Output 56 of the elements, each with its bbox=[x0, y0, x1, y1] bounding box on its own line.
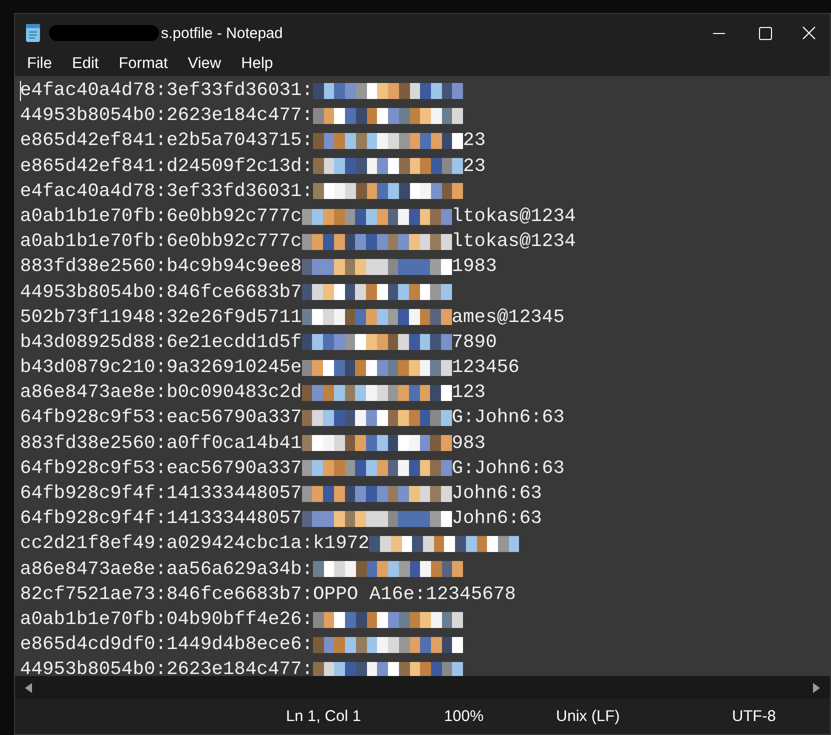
text-line: 44953b8054b0:846fce6683b7 bbox=[20, 280, 302, 304]
text-line: 64fb928c9f4f:141333448057 bbox=[20, 481, 302, 506]
text-line: b43d0879c210:9a326910245e bbox=[20, 355, 302, 380]
text-line: 64fb928c9f53:eac56790a337 bbox=[20, 405, 302, 430]
text-line: 44953b8054b0:2623e184c477: bbox=[20, 657, 314, 676]
text-line: a0ab1b1e70fb:04b90bff4e26: bbox=[20, 606, 314, 632]
text-line: ltokas@1234 bbox=[452, 229, 576, 254]
text-line: a86e8473ae8e:aa56a629a34b: bbox=[20, 556, 314, 582]
text-line: e4fac40a4d78:3ef33fd36031: bbox=[20, 178, 314, 204]
text-line: 23 bbox=[463, 154, 486, 179]
text-line: cc2d21f8ef49:a029424cbc1a:k1972 bbox=[20, 531, 370, 556]
text-line: 123 bbox=[452, 380, 486, 406]
horizontal-scrollbar[interactable] bbox=[15, 676, 830, 699]
text-area[interactable] bbox=[15, 76, 830, 676]
text-line: 64fb928c9f53:eac56790a337 bbox=[20, 456, 302, 481]
zoom-level: 100% bbox=[444, 708, 484, 726]
notepad-icon bbox=[25, 23, 41, 43]
text-line: 983 bbox=[452, 430, 486, 456]
text-line: 44953b8054b0:2623e184c477: bbox=[20, 103, 314, 128]
text-line: a0ab1b1e70fb:6e0bb92c777c bbox=[20, 229, 302, 254]
text-line: 883fd38e2560:a0ff0ca14b41 bbox=[20, 430, 302, 456]
text-line: John6:63 bbox=[452, 481, 542, 506]
text-line: 502b73f11948:32e26f9d5711 bbox=[20, 304, 302, 330]
maximize-icon bbox=[758, 26, 772, 40]
text-line: e4fac40a4d78:3ef33fd36031: bbox=[20, 78, 314, 103]
text-line: e865d4cd9df0:1449d4b8ece6: bbox=[20, 632, 314, 658]
menu-item[interactable]: Format bbox=[108, 55, 178, 73]
text-line: ltokas@1234 bbox=[452, 204, 576, 229]
text-line: 7890 bbox=[452, 330, 497, 355]
line-ending: Unix (LF) bbox=[556, 708, 620, 726]
text-line: 1983 bbox=[452, 254, 497, 280]
text-line: 883fd38e2560:b4c9b94c9ee8 bbox=[20, 254, 302, 280]
cursor-position: Ln 1, Col 1 bbox=[286, 708, 361, 726]
text-line: e865d42ef841:e2b5a7043715: bbox=[20, 128, 314, 154]
close-icon bbox=[802, 26, 816, 40]
encoding: UTF-8 bbox=[732, 708, 776, 726]
text-line: 123456 bbox=[452, 355, 520, 380]
minimize-icon bbox=[713, 32, 725, 34]
menu-item[interactable]: File bbox=[17, 55, 62, 73]
text-line: ames@12345 bbox=[452, 304, 564, 330]
menu-item[interactable]: Help bbox=[231, 55, 284, 73]
menu-item[interactable]: View bbox=[178, 55, 232, 73]
text-line: John6:63 bbox=[452, 506, 542, 532]
text-line: 82cf7521ae73:846fce6683b7:OPPO A16e:12345678 bbox=[20, 582, 516, 607]
scroll-left-icon[interactable] bbox=[25, 682, 32, 692]
window-title: s.potfile - Notepad bbox=[161, 24, 284, 42]
text-line: a86e8473ae8e:b0c090483c2d bbox=[20, 380, 302, 406]
scroll-right-icon[interactable] bbox=[813, 682, 820, 692]
text-line: e865d42ef841:d24509f2c13d: bbox=[20, 154, 314, 179]
text-line: a0ab1b1e70fb:6e0bb92c777c bbox=[20, 204, 302, 229]
text-line: b43d08925d88:6e21ecdd1d5f bbox=[20, 330, 302, 355]
text-line: 64fb928c9f4f:141333448057 bbox=[20, 506, 302, 532]
menu-item[interactable]: Edit bbox=[62, 55, 109, 73]
text-line: G:John6:63 bbox=[452, 405, 564, 430]
text-line: 23 bbox=[463, 128, 486, 154]
text-line: G:John6:63 bbox=[452, 456, 564, 481]
